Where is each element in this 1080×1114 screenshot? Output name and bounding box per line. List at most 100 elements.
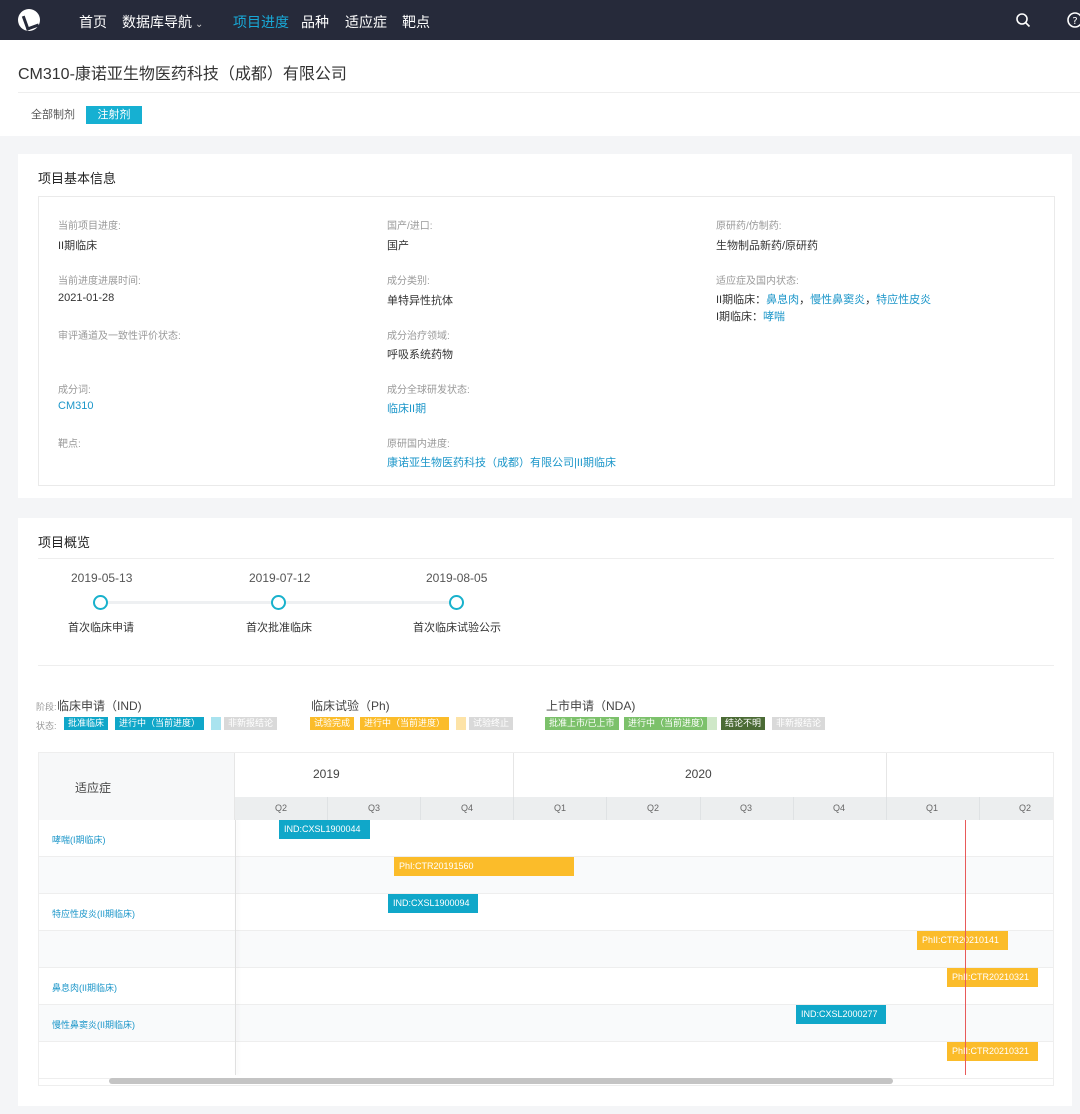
nav-indication[interactable]: 适应症: [345, 12, 387, 32]
indication-row-label[interactable]: 鼻息肉(II期临床): [52, 981, 117, 994]
milestone-label: 首次临床申请: [68, 622, 134, 634]
stage-ind: 临床申请（IND): [57, 699, 142, 713]
current-phase-label: 当前项目进度:: [58, 221, 121, 232]
quarter-label: Q1: [925, 803, 938, 813]
quarter-label: Q4: [832, 803, 845, 813]
stage-label: 阶段:: [36, 702, 57, 712]
year-label: 2019: [313, 767, 340, 781]
divider: [38, 558, 1054, 559]
indication-status-label: 适应症及国内状态:: [716, 276, 799, 287]
gantt-bar-ph[interactable]: PhII:CTR20210141: [917, 931, 1008, 950]
ingredient-link[interactable]: CM310: [58, 400, 93, 412]
quarter-label: Q2: [646, 803, 659, 813]
legend-swatch: [456, 717, 466, 730]
indication-link-chronic-sinusitis[interactable]: 慢性鼻窦炎: [810, 294, 865, 306]
original-generic-value: 生物制品新药/原研药: [716, 240, 819, 252]
quarter-label: Q2: [1018, 803, 1031, 813]
gantt-bar-ind[interactable]: IND:CXSL1900094: [388, 894, 478, 913]
stage-nda: 上市申请（NDA): [546, 699, 636, 713]
page-header: CM310-康诺亚生物医药科技（成都）有限公司 全部制剂 注射剂: [0, 40, 1080, 136]
milestone-node: [93, 595, 108, 610]
nav-target[interactable]: 靶点: [402, 12, 430, 32]
indication-line-phase2: II期临床：鼻息肉，慢性鼻窦炎，特应性皮炎: [716, 294, 932, 306]
quarter-divider: [700, 797, 701, 820]
year-label: 2020: [685, 767, 712, 781]
legend-chip: 非新报结论: [772, 717, 826, 730]
milestone-date: 2019-08-05: [426, 571, 488, 585]
quarter-divider: [420, 797, 421, 820]
indication-row-label[interactable]: 特应性皮炎(II期临床): [52, 907, 135, 920]
horizontal-scrollbar[interactable]: [109, 1078, 893, 1084]
domestic-import-value: 国产: [387, 240, 409, 252]
today-marker: [965, 820, 966, 1075]
gantt-chart: 哮喘(I期临床) IND:CXSL1900044 PhI:CTR20191560…: [38, 752, 1054, 1086]
gantt-bar-ph[interactable]: PhI:CTR20191560: [394, 857, 574, 876]
table-row: PhII:CTR20210321: [39, 1042, 1053, 1079]
milestone-label: 首次批准临床: [246, 622, 312, 634]
app-logo[interactable]: [18, 9, 40, 31]
target-label: 靶点:: [58, 439, 81, 450]
quarter-label: Q3: [367, 803, 380, 813]
info-grid: 当前项目进度: II期临床 当前进度进展时间: 2021-01-28 审评通道及…: [38, 196, 1055, 486]
legend-chip: 非新报结论: [224, 717, 278, 730]
original-domestic-link[interactable]: 康诺亚生物医药科技（成都）有限公司|II期临床: [387, 454, 616, 470]
gantt-bar-ph[interactable]: PhII:CTR20210321: [947, 968, 1038, 987]
quarter-divider: [327, 797, 328, 820]
gantt-bar-ph[interactable]: PhII:CTR20210321: [947, 1042, 1038, 1061]
quarter-label: Q1: [553, 803, 566, 813]
milestone-node: [449, 595, 464, 610]
search-icon[interactable]: [1014, 11, 1032, 29]
indication-line-prefix: II期临床：: [716, 294, 767, 306]
original-domestic-label: 原研国内进度:: [387, 439, 450, 450]
milestone-node: [271, 595, 286, 610]
quarter-divider: [979, 797, 980, 820]
legend-chip: 试验终止: [469, 717, 514, 730]
quarter-label: Q3: [739, 803, 752, 813]
nav-project-progress[interactable]: 项目进度: [233, 12, 289, 32]
tab-injection[interactable]: 注射剂: [86, 106, 142, 124]
overview-title: 项目概览: [38, 535, 91, 550]
legend-swatch: [707, 717, 717, 730]
progress-time-value: 2021-01-28: [58, 292, 115, 304]
nav-home[interactable]: 首页: [79, 12, 107, 32]
component-type-value: 单特异性抗体: [387, 295, 453, 307]
tab-all-formulations[interactable]: 全部制剂: [31, 106, 75, 124]
review-channel-label: 审评通道及一致性评价状态:: [58, 331, 181, 342]
nav-database[interactable]: 数据库导航 ⌄: [122, 12, 203, 32]
legend-chip: 批准上市/已上市: [545, 717, 619, 730]
therapeutic-area-label: 成分治疗领域:: [387, 331, 450, 342]
legend-chip: 试验完成: [310, 717, 355, 730]
gantt-bar-ind[interactable]: IND:CXSL1900044: [279, 820, 370, 839]
ingredient-label: 成分词:: [58, 385, 91, 396]
indication-line-prefix: I期临床：: [716, 311, 764, 323]
table-row: 哮喘(I期临床) IND:CXSL1900044: [39, 820, 1053, 857]
global-status-link[interactable]: 临床II期: [387, 400, 426, 416]
component-type-label: 成分类别:: [387, 276, 430, 287]
chevron-down-icon: ⌄: [195, 19, 204, 30]
gantt-bar-ind[interactable]: IND:CXSL2000277: [796, 1005, 886, 1024]
quarter-divider: [886, 797, 887, 820]
nav-variety[interactable]: 品种: [301, 12, 329, 32]
overview-card: 项目概览 2019-05-13 2019-07-12 2019-08-05 首次…: [18, 518, 1072, 1106]
milestone-date: 2019-07-12: [249, 571, 311, 585]
indication-line-phase1: I期临床：哮喘: [716, 308, 785, 324]
quarter-header: Q2 Q3 Q4 Q1 Q2 Q3 Q4 Q1 Q2: [235, 797, 1053, 820]
quarter-label: Q4: [460, 803, 473, 813]
legend-swatch: [211, 717, 221, 730]
divider: [38, 665, 1054, 666]
global-status-label: 成分全球研发状态:: [387, 385, 470, 396]
indication-link-asthma[interactable]: 哮喘: [763, 311, 785, 323]
header-divider: [18, 92, 1080, 93]
help-icon[interactable]: ?: [1066, 11, 1080, 29]
indication-link-nasal-polyps[interactable]: 鼻息肉: [766, 294, 799, 306]
indication-row-label[interactable]: 慢性鼻窦炎(II期临床): [52, 1018, 135, 1031]
top-nav: 首页 数据库导航 ⌄ 项目进度 品种 适应症 靶点 ?: [0, 0, 1080, 40]
table-row: PhI:CTR20191560: [39, 857, 1053, 894]
frozen-column-edge: [235, 820, 236, 1075]
milestone-date: 2019-05-13: [71, 571, 133, 585]
basic-info-card: 项目基本信息 当前项目进度: II期临床 当前进度进展时间: 2021-01-2…: [18, 154, 1072, 498]
svg-text:?: ?: [1072, 16, 1077, 27]
indication-link-atopic-dermatitis[interactable]: 特应性皮炎: [876, 294, 931, 306]
current-phase-value: II期临床: [58, 240, 98, 252]
indication-row-label[interactable]: 哮喘(I期临床): [52, 833, 106, 846]
